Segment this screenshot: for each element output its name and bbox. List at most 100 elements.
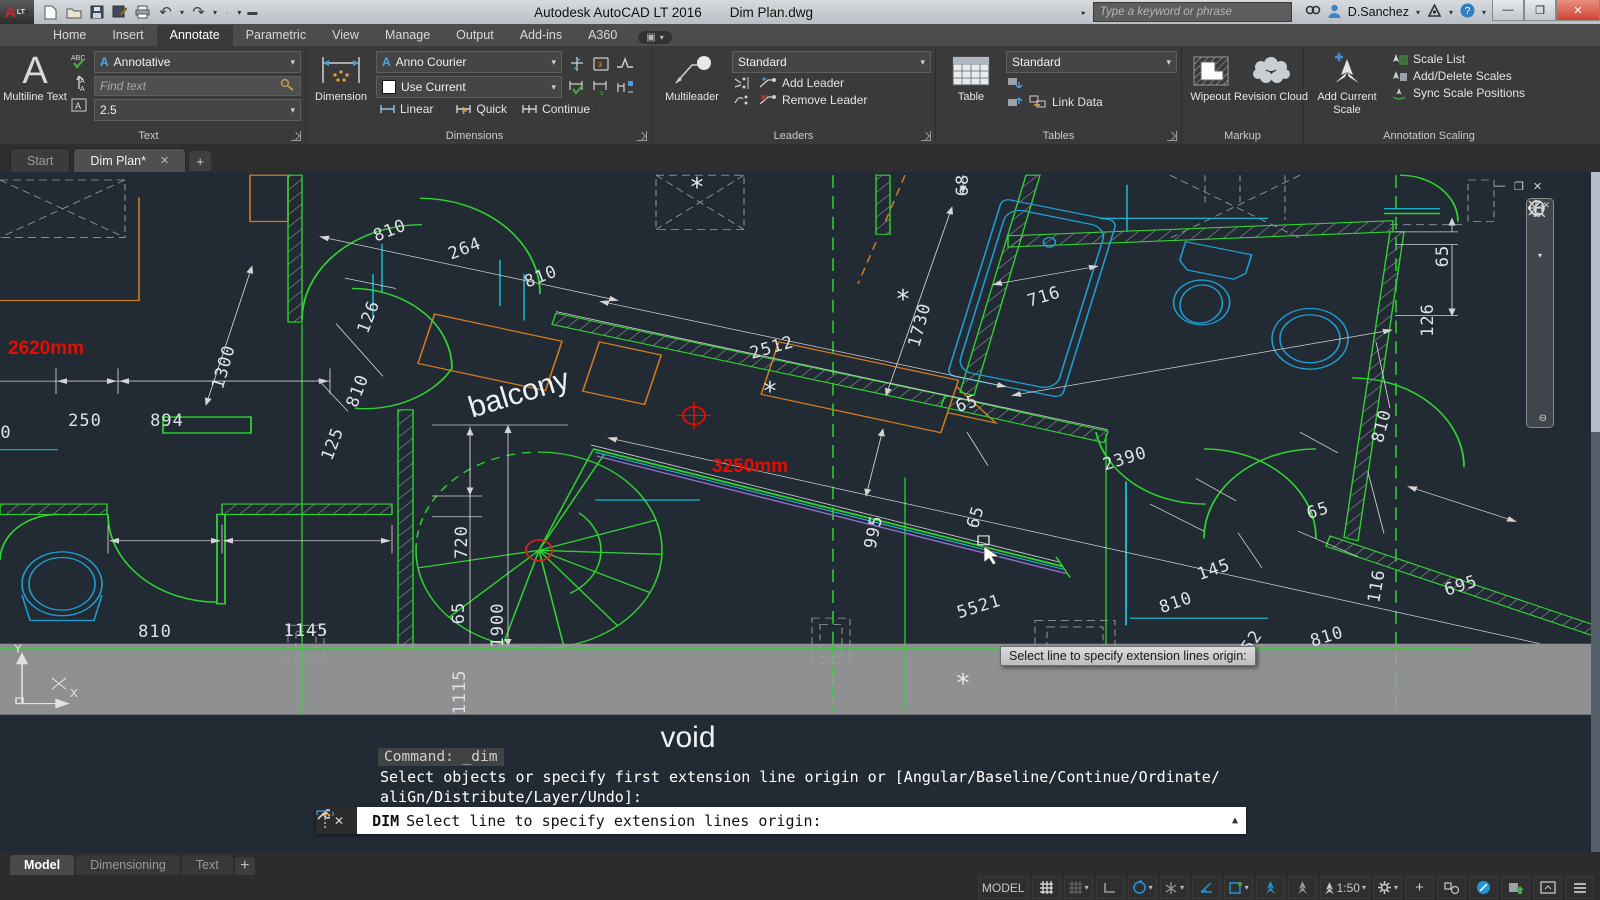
autocad-logo[interactable]: ALT▾ [0,0,34,24]
search-input[interactable]: Type a keyword or phrase [1093,2,1292,22]
layout-tab-dimensioning[interactable]: Dimensioning [76,855,180,875]
open-file-icon[interactable] [65,4,82,21]
command-input-bar[interactable]: ✕ DIM Select line to specify extension l… [316,807,1246,834]
command-input-field[interactable]: DIM Select line to specify extension lin… [357,807,1246,834]
sync-scale-positions-button[interactable]: Sync Scale Positions [1413,86,1525,100]
qat-customize-caret[interactable]: ▾ [237,8,241,17]
scrollbar-thumb[interactable] [1591,172,1600,432]
annotation-visibility-icon[interactable] [1256,876,1285,899]
text-height-dropdown[interactable]: 2.5▾ [94,99,301,121]
leaders-dialog-launcher[interactable] [921,131,931,141]
add-delete-scales-button[interactable]: Add/Delete Scales [1413,69,1512,83]
viewport-minimize-icon[interactable]: — [1494,180,1505,193]
add-delete-scales-icon[interactable] [1390,69,1408,83]
file-tab-dim-plan-[interactable]: Dim Plan*✕ [73,148,186,172]
quick-dimension-button[interactable]: Quick [452,101,510,117]
ribbon-tab-home[interactable]: Home [40,25,99,46]
panel-label-annotation-scaling[interactable]: Annotation Scaling [1304,127,1554,144]
file-tab-start[interactable]: Start [10,148,70,172]
isolate-objects-icon[interactable] [1437,876,1466,899]
search-icon[interactable] [1305,4,1321,20]
annotation-autoscale-icon[interactable] [1288,876,1317,899]
remove-leader-icon[interactable] [757,93,777,107]
print-icon[interactable] [134,4,151,21]
dim-override-icon[interactable]: s [590,77,612,99]
model-space-button[interactable]: MODEL [978,876,1029,899]
file-tab-close-icon[interactable]: ✕ [160,154,169,167]
revision-cloud-button[interactable]: Revision Cloud▾ [1243,49,1299,127]
reassociate-icon[interactable] [614,77,636,99]
ribbon-tab-parametric[interactable]: Parametric [233,25,319,46]
panel-label-tables[interactable]: Tables [936,127,1181,144]
dimensions-dialog-launcher[interactable] [637,131,647,141]
user-menu-caret[interactable]: ▾ [1416,8,1420,17]
save-as-icon[interactable] [111,4,128,21]
linear-dimension-button[interactable]: Linear▾ [376,101,444,117]
ribbon-tab-add-ins[interactable]: Add-ins [507,25,575,46]
find-text-input[interactable]: Find text [94,76,301,96]
text-style-dropdown[interactable]: AAnnotative▾ [94,51,301,73]
close-button[interactable]: ✕ [1556,0,1600,21]
redo-icon[interactable]: ↷ [190,4,207,21]
undo-caret[interactable]: ▾ [180,8,184,17]
text-align-icon[interactable]: AA [70,74,90,92]
help-icon[interactable]: ? [1460,3,1475,21]
save-icon[interactable] [88,4,105,21]
navbar-collapse-icon[interactable]: ⊖ [1539,413,1547,424]
new-layout-button[interactable]: + [235,857,255,875]
remove-leader-button[interactable]: Remove Leader [782,93,867,107]
navbar-caret[interactable]: ▾ [1538,251,1542,260]
snap-grid-icon[interactable] [1032,876,1061,899]
customization-menu-icon[interactable] [1565,876,1594,899]
signed-in-user[interactable]: D.Sanchez [1348,5,1409,19]
text-dialog-launcher[interactable] [291,131,301,141]
isometric-drafting-icon[interactable]: ▾ [1160,876,1189,899]
wipeout-button[interactable]: Wipeout [1186,49,1235,127]
ribbon-tab-manage[interactable]: Manage [372,25,443,46]
ribbon-tab-annotate[interactable]: Annotate [157,25,233,46]
drawing-viewport[interactable]: Y X 810264810126810130012525089402512173… [0,172,1600,852]
multiline-text-button[interactable]: A Multiline Text▾ [4,49,66,127]
layout-tab-model[interactable]: Model [10,855,74,875]
hardware-acceleration-icon[interactable] [1469,876,1498,899]
grid-display-icon[interactable]: ▾ [1064,876,1093,899]
multileader-button[interactable]: Multileader [656,49,728,127]
viewport-close-icon[interactable]: ✕ [1533,180,1542,193]
undo-icon[interactable]: ↶ [157,4,174,21]
panel-label-leaders[interactable]: Leaders [652,127,935,144]
spell-check-icon[interactable]: ABC [70,52,90,70]
object-snap-icon[interactable]: ▾ [1224,876,1253,899]
break-dimension-icon[interactable] [566,53,588,75]
tables-dialog-launcher[interactable] [1167,131,1177,141]
link-data-button[interactable]: Link Data [1052,95,1103,109]
search-expand-caret[interactable]: ▸ [1082,8,1086,17]
panel-label-dimensions[interactable]: Dimensions▾ [306,127,651,144]
trusted-locations-icon[interactable] [1501,876,1530,899]
mleader-style-dropdown[interactable]: Standard▾ [732,51,931,73]
upload-data-icon[interactable] [1006,94,1024,109]
dim-update-icon[interactable] [566,77,588,99]
ribbon-tab-view[interactable]: View [319,25,372,46]
annotation-scale-button[interactable]: 1:50▾ [1320,876,1370,899]
mleader-collect-icon[interactable] [732,93,752,107]
command-expand-caret[interactable]: ▲ [1232,815,1238,826]
minimize-button[interactable]: — [1492,0,1524,21]
find-text-search-icon[interactable] [280,78,295,94]
dim-style-dropdown[interactable]: AAnno Courier▾ [376,51,562,73]
new-drawing-tab-button[interactable]: + [189,151,211,171]
ribbon-tab-insert[interactable]: Insert [99,25,156,46]
vertical-scrollbar[interactable] [1591,172,1600,852]
table-style-dropdown[interactable]: Standard▾ [1006,51,1177,73]
layout-tab-text[interactable]: Text [182,855,233,875]
redo-caret[interactable]: ▾ [213,8,217,17]
polar-tracking-icon[interactable]: ▾ [1128,876,1157,899]
mleader-align-icon[interactable] [732,76,752,90]
add-leader-icon[interactable] [757,76,777,90]
add-current-scale-button[interactable]: Add Current Scale▾ [1308,49,1386,127]
workspace-gear-icon[interactable]: ▾ [1373,876,1402,899]
table-button[interactable]: Table [940,49,1002,127]
media-dropdown[interactable]: ▣▾ [638,31,671,44]
navigation-bar[interactable]: ✕ 2D ▾ ⊖ [1526,198,1554,428]
ortho-mode-icon[interactable] [1096,876,1125,899]
extract-data-icon[interactable] [1006,76,1024,91]
